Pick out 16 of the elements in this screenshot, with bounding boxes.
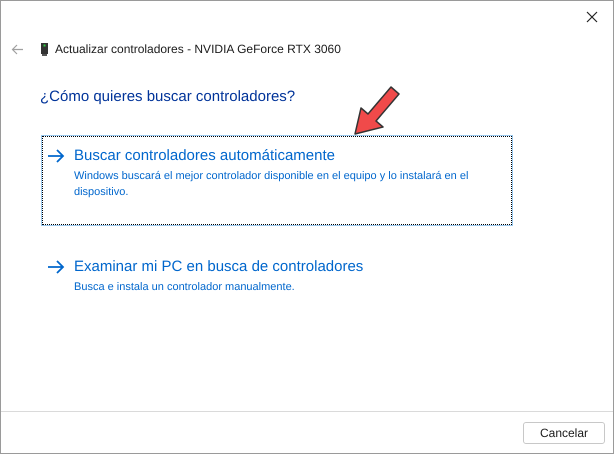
back-arrow-icon [10,44,24,54]
arrow-icon [47,260,65,274]
dialog-heading: ¿Cómo quieres buscar controladores? [40,87,296,107]
pointer-arrow-icon [353,84,401,136]
arrow-icon [47,148,65,163]
window-title: Actualizar controladores - NVIDIA GeForce RTX 3060 [55,41,341,58]
device-icon [41,42,48,56]
option-link[interactable]: Examinar mi PC en busca de controladores Busca e instala un controlador manualmente. [41,246,513,301]
option-title: Examinar mi PC en busca de controladores [74,256,364,276]
option-description: Busca e instala un controlador manualmente. [74,280,296,295]
option-description: Windows buscará el mejor controlador disponible en el equipo y lo instalará en el dispositivo. [74,169,470,200]
cancel-button[interactable]: Cancelar [523,422,605,444]
option-link[interactable]: Buscar controladores automáticamente Windows buscará el mejor controlador disponible en el equipo y lo instalará en el dispositivo. [41,134,513,226]
option-title: Buscar controladores automáticamente [74,146,335,166]
close-icon [586,11,598,23]
back-button[interactable] [10,42,24,56]
